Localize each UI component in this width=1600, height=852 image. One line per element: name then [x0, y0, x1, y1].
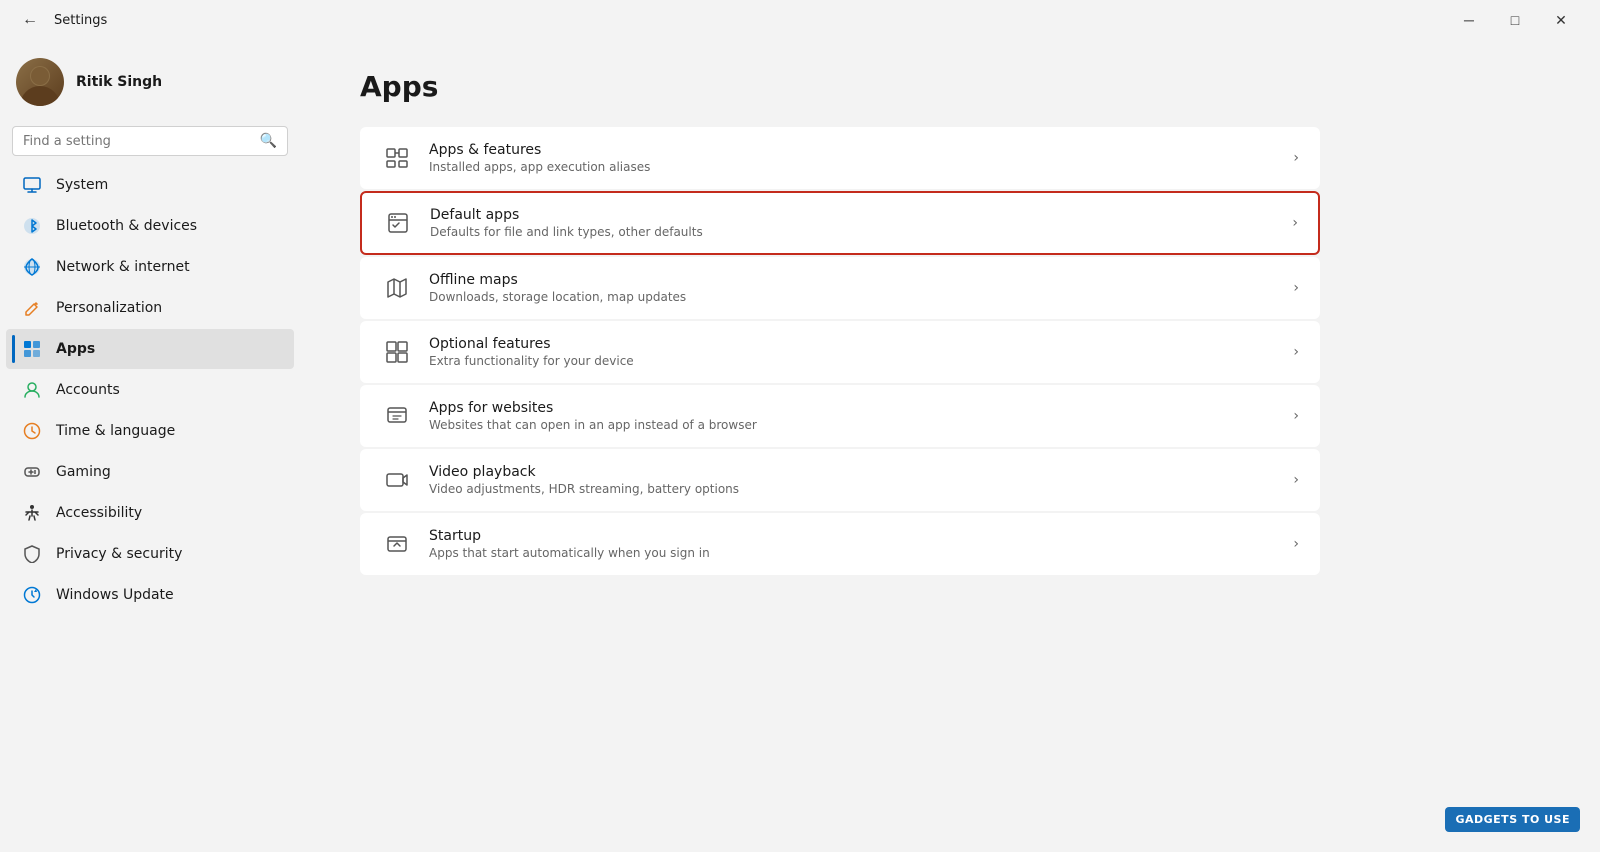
video-playback-desc: Video adjustments, HDR streaming, batter…: [429, 482, 1277, 496]
offline-maps-desc: Downloads, storage location, map updates: [429, 290, 1277, 304]
user-name: Ritik Singh: [76, 74, 162, 90]
network-icon: [22, 257, 42, 277]
back-button[interactable]: ←: [16, 9, 44, 31]
settings-item-optional-features[interactable]: Optional features Extra functionality fo…: [360, 321, 1320, 383]
startup-title: Startup: [429, 528, 1277, 544]
page-title: Apps: [360, 70, 1540, 103]
search-icon: 🔍: [260, 133, 277, 149]
sidebar-item-accounts-label: Accounts: [56, 382, 120, 398]
startup-chevron: ›: [1293, 536, 1299, 552]
app-title: Settings: [54, 13, 107, 28]
startup-icon: [381, 528, 413, 560]
video-playback-title: Video playback: [429, 464, 1277, 480]
sidebar-item-system-label: System: [56, 177, 108, 193]
video-playback-icon: [381, 464, 413, 496]
sidebar-item-privacy-label: Privacy & security: [56, 546, 182, 562]
optional-features-title: Optional features: [429, 336, 1277, 352]
settings-item-video-playback[interactable]: Video playback Video adjustments, HDR st…: [360, 449, 1320, 511]
settings-item-offline-maps[interactable]: Offline maps Downloads, storage location…: [360, 257, 1320, 319]
sidebar-item-time-label: Time & language: [56, 423, 175, 439]
windows-update-icon: [22, 585, 42, 605]
search-container: 🔍: [0, 122, 300, 164]
sidebar-item-gaming[interactable]: Gaming: [6, 452, 294, 492]
settings-list: Apps & features Installed apps, app exec…: [360, 127, 1320, 575]
optional-features-chevron: ›: [1293, 344, 1299, 360]
personalization-icon: [22, 298, 42, 318]
apps-features-title: Apps & features: [429, 142, 1277, 158]
sidebar-item-time[interactable]: Time & language: [6, 411, 294, 451]
settings-item-apps-websites[interactable]: Apps for websites Websites that can open…: [360, 385, 1320, 447]
user-profile: Ritik Singh: [0, 48, 300, 122]
apps-icon: [22, 339, 42, 359]
settings-item-default-apps[interactable]: Default apps Defaults for file and link …: [360, 191, 1320, 255]
apps-websites-desc: Websites that can open in an app instead…: [429, 418, 1277, 432]
default-apps-chevron: ›: [1292, 215, 1298, 231]
sidebar-item-personalization-label: Personalization: [56, 300, 162, 316]
accessibility-icon: [22, 503, 42, 523]
sidebar-nav: System Bluetooth & devices: [0, 164, 300, 616]
default-apps-text: Default apps Defaults for file and link …: [430, 207, 1276, 239]
bluetooth-icon: [22, 216, 42, 236]
sidebar-item-system[interactable]: System: [6, 165, 294, 205]
minimize-button[interactable]: ─: [1446, 4, 1492, 36]
sidebar-item-windows-update-label: Windows Update: [56, 587, 174, 603]
startup-text: Startup Apps that start automatically wh…: [429, 528, 1277, 560]
sidebar-item-windows-update[interactable]: Windows Update: [6, 575, 294, 615]
apps-websites-chevron: ›: [1293, 408, 1299, 424]
startup-desc: Apps that start automatically when you s…: [429, 546, 1277, 560]
sidebar-item-gaming-label: Gaming: [56, 464, 111, 480]
window-controls: ─ □ ✕: [1446, 4, 1584, 36]
sidebar-item-network[interactable]: Network & internet: [6, 247, 294, 287]
watermark: GADGETS TO USE: [1445, 807, 1580, 832]
system-icon: [22, 175, 42, 195]
maximize-button[interactable]: □: [1492, 4, 1538, 36]
search-input[interactable]: [23, 134, 252, 149]
settings-item-startup[interactable]: Startup Apps that start automatically wh…: [360, 513, 1320, 575]
apps-websites-text: Apps for websites Websites that can open…: [429, 400, 1277, 432]
sidebar-item-personalization[interactable]: Personalization: [6, 288, 294, 328]
avatar: [16, 58, 64, 106]
apps-features-text: Apps & features Installed apps, app exec…: [429, 142, 1277, 174]
main-content: Apps Apps & features Installed apps, app…: [300, 40, 1600, 852]
apps-features-chevron: ›: [1293, 150, 1299, 166]
accounts-icon: [22, 380, 42, 400]
sidebar-item-privacy[interactable]: Privacy & security: [6, 534, 294, 574]
sidebar-item-bluetooth[interactable]: Bluetooth & devices: [6, 206, 294, 246]
sidebar-item-accessibility-label: Accessibility: [56, 505, 142, 521]
gaming-icon: [22, 462, 42, 482]
video-playback-chevron: ›: [1293, 472, 1299, 488]
optional-features-text: Optional features Extra functionality fo…: [429, 336, 1277, 368]
apps-websites-icon: [381, 400, 413, 432]
default-apps-desc: Defaults for file and link types, other …: [430, 225, 1276, 239]
sidebar-item-apps[interactable]: Apps: [6, 329, 294, 369]
offline-maps-icon: [381, 272, 413, 304]
sidebar-item-network-label: Network & internet: [56, 259, 190, 275]
apps-features-icon: [381, 142, 413, 174]
close-button[interactable]: ✕: [1538, 4, 1584, 36]
offline-maps-text: Offline maps Downloads, storage location…: [429, 272, 1277, 304]
search-box[interactable]: 🔍: [12, 126, 288, 156]
title-bar: ← Settings ─ □ ✕: [0, 0, 1600, 40]
video-playback-text: Video playback Video adjustments, HDR st…: [429, 464, 1277, 496]
optional-features-desc: Extra functionality for your device: [429, 354, 1277, 368]
sidebar-item-bluetooth-label: Bluetooth & devices: [56, 218, 197, 234]
app-body: Ritik Singh 🔍 System: [0, 40, 1600, 852]
settings-item-apps-features[interactable]: Apps & features Installed apps, app exec…: [360, 127, 1320, 189]
optional-features-icon: [381, 336, 413, 368]
apps-features-desc: Installed apps, app execution aliases: [429, 160, 1277, 174]
apps-websites-title: Apps for websites: [429, 400, 1277, 416]
default-apps-icon: [382, 207, 414, 239]
privacy-icon: [22, 544, 42, 564]
sidebar-item-accessibility[interactable]: Accessibility: [6, 493, 294, 533]
offline-maps-title: Offline maps: [429, 272, 1277, 288]
sidebar: Ritik Singh 🔍 System: [0, 40, 300, 852]
time-icon: [22, 421, 42, 441]
title-bar-left: ← Settings: [16, 9, 107, 31]
offline-maps-chevron: ›: [1293, 280, 1299, 296]
default-apps-title: Default apps: [430, 207, 1276, 223]
sidebar-item-accounts[interactable]: Accounts: [6, 370, 294, 410]
sidebar-item-apps-label: Apps: [56, 341, 95, 357]
